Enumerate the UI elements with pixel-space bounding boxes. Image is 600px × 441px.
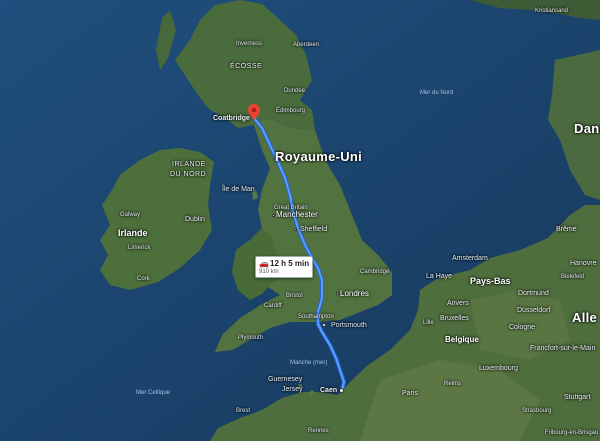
label-amsterdam: Amsterdam — [452, 255, 488, 262]
label-fribourg: Fribourg-en-Brisgau — [545, 430, 599, 436]
label-hanovre: Hanovre — [570, 260, 597, 267]
label-irlande: Irlande — [118, 228, 148, 238]
label-cambridge: Cambridge — [360, 269, 390, 275]
label-coatbridge: Coatbridge — [213, 115, 250, 122]
map-view[interactable]: 🚗 12 h 5 min 910 km Kristiansand Inverne… — [0, 0, 600, 441]
label-bristol: Bristol — [286, 293, 303, 299]
route-distance: 910 km — [259, 269, 279, 275]
car-icon: 🚗 — [259, 259, 269, 268]
label-southampton: Southampton — [298, 314, 334, 320]
label-jersey: Jersey — [282, 386, 303, 393]
label-inverness: Inverness — [236, 41, 263, 47]
label-galway: Galway — [120, 212, 141, 218]
route-duration: 12 h 5 min — [270, 259, 310, 268]
sheffield-marker — [294, 228, 297, 231]
label-paris: Paris — [402, 390, 418, 397]
label-dublin: Dublin — [185, 216, 205, 223]
label-manchester: Manchester — [276, 210, 318, 219]
label-aberdeen: Aberdeen — [293, 42, 320, 48]
portsmouth-marker — [322, 323, 326, 327]
label-plymouth: Plymouth — [238, 335, 264, 341]
jersey-land — [309, 390, 315, 396]
label-cardiff: Cardiff — [264, 303, 282, 309]
label-belgique: Belgique — [445, 335, 479, 344]
map-canvas[interactable] — [0, 0, 600, 441]
label-frankfurt: Francfort-sur-le-Main — [530, 345, 596, 352]
label-dortmund: Dortmund — [518, 290, 549, 297]
label-breme: Brême — [556, 226, 577, 233]
manchester-marker — [272, 214, 275, 217]
label-alle: Alle — [572, 310, 598, 325]
label-mer-celtique: Mer Celtique — [136, 390, 171, 396]
label-anvers: Anvers — [447, 300, 469, 307]
label-la-haye: La Haye — [426, 273, 453, 280]
label-portsmouth: Portsmouth — [331, 322, 367, 329]
label-pays-bas: Pays-Bas — [470, 276, 511, 286]
label-dane: Dane — [574, 121, 600, 136]
label-guernesey: Guernesey — [268, 376, 303, 383]
label-mer-du-nord: Mer du Nord — [420, 90, 454, 96]
label-bruxelles: Bruxelles — [440, 315, 469, 322]
label-kristiansand: Kristiansand — [535, 8, 569, 14]
label-cork: Cork — [137, 276, 150, 282]
label-strasbourg: Strasbourg — [522, 408, 552, 414]
label-ecosse: ÉCOSSE — [230, 63, 263, 70]
label-cologne: Cologne — [509, 324, 536, 331]
label-ile-de-man: Île de Man — [222, 186, 255, 193]
label-luxembourg: Luxembourg — [479, 365, 518, 372]
label-dusseldorf: Düsseldorf — [517, 307, 551, 314]
london-marker — [336, 292, 339, 295]
route-info-box[interactable]: 🚗 12 h 5 min 910 km — [255, 256, 313, 278]
label-irlande-du-nord-2: DU NORD — [170, 171, 207, 178]
label-brest: Brest — [236, 408, 251, 414]
label-lille: Lille — [423, 320, 434, 326]
label-bielefeld: Bielefeld — [561, 274, 585, 280]
label-irlande-du-nord-1: IRLANDE — [172, 161, 206, 168]
label-sheffield: Sheffield — [300, 226, 328, 233]
label-londres: Londres — [340, 289, 369, 298]
label-stuttgart: Stuttgart — [564, 394, 591, 401]
label-royaume-uni: Royaume-Uni — [275, 149, 363, 164]
label-rennes: Rennes — [308, 428, 329, 434]
label-caen: Caen — [320, 387, 338, 394]
end-marker[interactable] — [339, 388, 344, 393]
label-edinburgh: Édimbourg — [276, 108, 306, 114]
label-manche: Manche (mer) — [290, 360, 328, 366]
label-dundee: Dundee — [284, 88, 306, 94]
label-limerick: Limerick — [128, 245, 151, 251]
label-reims: Reims — [444, 381, 462, 387]
